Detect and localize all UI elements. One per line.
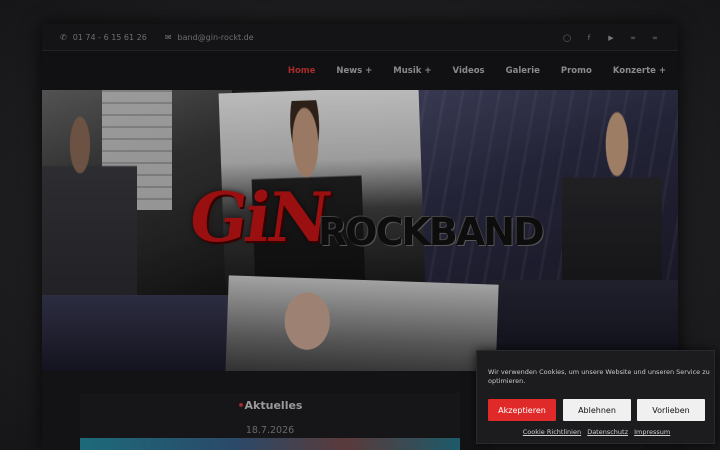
news-date: 18.7.2026 [245, 425, 295, 436]
news-section: •Aktuelles 18.7.2026 [80, 393, 460, 450]
hero-collage: GiN ROCKBAND [42, 90, 678, 371]
envelope-icon: ✉ [164, 32, 172, 42]
decline-cookies-button[interactable]: Ablehnen [563, 399, 631, 421]
cookie-buttons: Akzeptieren Ablehnen Vorlieben [488, 399, 706, 421]
instagram-icon[interactable]: ◯ [556, 34, 578, 42]
news-thumbnail[interactable] [80, 438, 460, 450]
privacy-link[interactable]: Datenschutz [587, 428, 628, 436]
logo-gin: GiN [184, 178, 333, 258]
band-logo: GiN ROCKBAND [184, 178, 570, 278]
cookie-banner: Wir verwenden Cookies, um unsere Website… [476, 350, 715, 444]
cookie-message: Wir verwenden Cookies, um unsere Website… [488, 368, 710, 385]
news-title-text: Aktuelles [244, 399, 303, 412]
cookie-preferences-button[interactable]: Vorlieben [637, 399, 705, 421]
news-heading: •Aktuelles [237, 399, 303, 412]
nav-news[interactable]: News + [336, 66, 372, 76]
cookie-policy-link[interactable]: Cookie Richtlinien [523, 428, 581, 436]
phone-contact[interactable]: ✆ 01 74 - 6 15 61 26 [60, 33, 147, 42]
email-contact[interactable]: ✉ band@gin-rockt.de [165, 33, 254, 42]
imprint-link[interactable]: Impressum [634, 428, 670, 436]
nav-videos[interactable]: Videos [453, 66, 485, 76]
link-icon[interactable]: ∞ [622, 34, 644, 42]
youtube-icon[interactable]: ▶ [600, 34, 622, 42]
social-links: ◯ f ▶ ∞ ∞ [556, 24, 666, 51]
phone-number: 01 74 - 6 15 61 26 [72, 32, 147, 42]
nav-musik[interactable]: Musik + [393, 66, 431, 76]
link-icon[interactable]: ∞ [644, 34, 666, 42]
top-bar: ✆ 01 74 - 6 15 61 26 ✉ band@gin-rockt.de… [42, 24, 678, 51]
email-address: band@gin-rockt.de [177, 32, 254, 42]
nav-home[interactable]: Home [288, 66, 316, 76]
nav-promo[interactable]: Promo [561, 66, 592, 76]
logo-rockband: ROCKBAND [318, 210, 545, 254]
accept-cookies-button[interactable]: Akzeptieren [488, 399, 556, 421]
main-navigation: Home News + Musik + Videos Galerie Promo… [42, 52, 678, 90]
facebook-icon[interactable]: f [578, 34, 600, 42]
nav-galerie[interactable]: Galerie [506, 66, 540, 76]
nav-konzerte[interactable]: Konzerte + [613, 66, 666, 76]
phone-icon: ✆ [60, 32, 67, 42]
cookie-links: Cookie Richtlinien Datenschutz Impressum [477, 428, 716, 436]
